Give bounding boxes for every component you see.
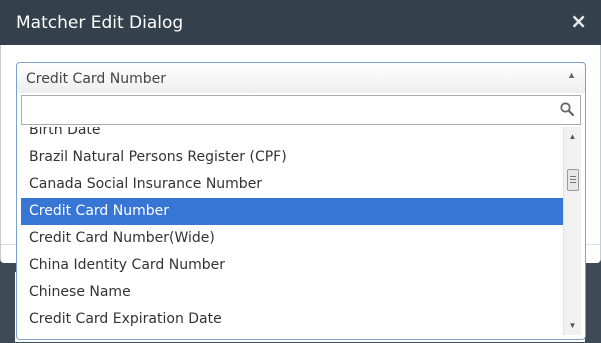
search-icon <box>560 102 575 117</box>
scrollbar-thumb[interactable] <box>567 169 579 191</box>
option-item[interactable]: Chinese Name <box>21 279 563 306</box>
dialog-header: Matcher Edit Dialog × <box>0 0 601 45</box>
option-item[interactable]: Credit Card Number <box>21 198 563 225</box>
scroll-up-icon[interactable]: ▲ <box>564 129 581 144</box>
grip-line <box>570 176 576 177</box>
select-value: Credit Card Number <box>26 71 166 87</box>
option-item[interactable]: Credit Card Number(Wide) <box>21 225 563 252</box>
select-dropdown: Birth Date Brazil Natural Persons Registe… <box>16 93 586 340</box>
close-icon[interactable]: × <box>570 11 587 31</box>
option-item[interactable]: Credit Card Expiration Date <box>21 306 563 333</box>
matcher-type-select[interactable]: Credit Card Number ▲ <box>16 62 586 94</box>
option-item[interactable]: Canada Social Insurance Number <box>21 171 563 198</box>
option-item[interactable]: Birth Date <box>21 127 563 144</box>
option-item[interactable]: Brazil Natural Persons Register (CPF) <box>21 144 563 171</box>
search-input[interactable] <box>22 96 564 122</box>
grip-line <box>570 179 576 180</box>
grip-line <box>570 182 576 183</box>
options-scrollbar[interactable]: ▲ ▼ <box>563 127 581 335</box>
matcher-edit-dialog: Matcher Edit Dialog × Credit Card Number… <box>0 0 601 343</box>
scroll-down-icon[interactable]: ▼ <box>564 318 581 333</box>
options-list: Birth Date Brazil Natural Persons Registe… <box>21 127 563 335</box>
dropdown-search <box>21 95 581 125</box>
dialog-title: Matcher Edit Dialog <box>16 13 184 33</box>
option-item[interactable]: China Identity Card Number <box>21 252 563 279</box>
chevron-up-icon: ▲ <box>567 70 576 80</box>
